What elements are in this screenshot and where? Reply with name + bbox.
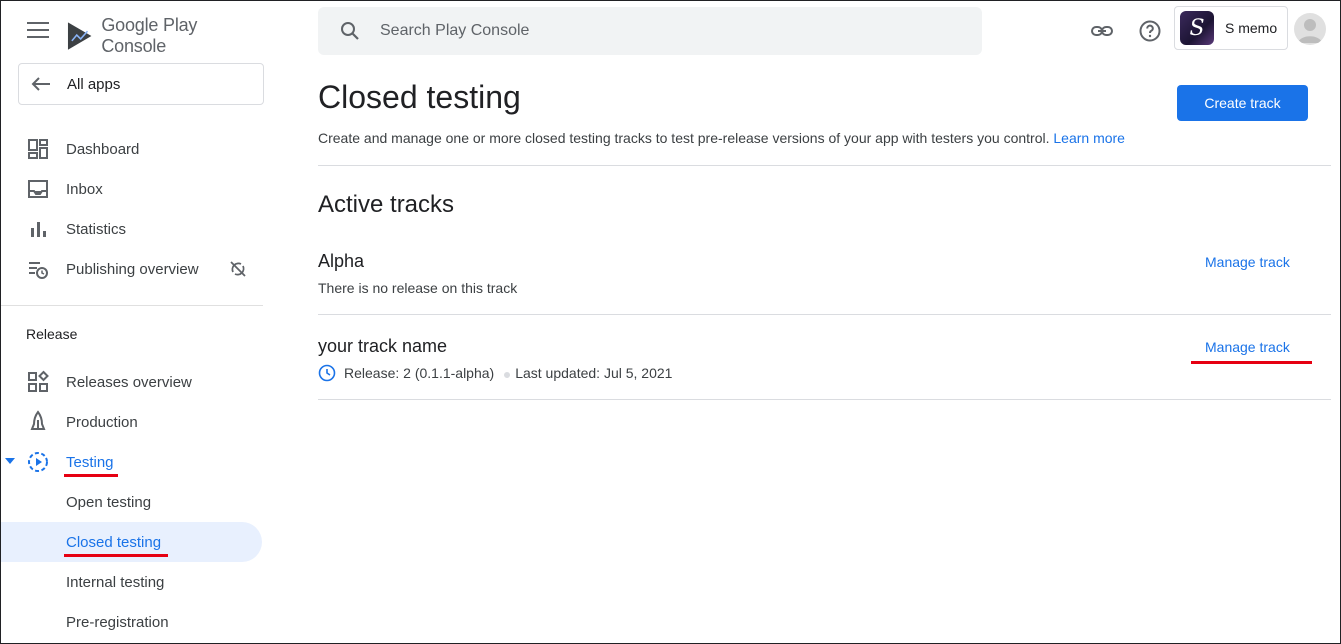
production-icon [30, 410, 46, 430]
track-name-alpha: Alpha [318, 251, 365, 271]
track-release: Release: 2 (0.1.1-alpha) [344, 365, 495, 381]
track-last-updated: Last updated: Jul 5, 2021 [515, 365, 673, 381]
testing-icon [28, 452, 48, 472]
all-apps-button[interactable]: All apps [18, 63, 264, 105]
link-icon[interactable] [1090, 19, 1114, 43]
back-arrow-icon [31, 77, 50, 91]
sidebar-item-label: Inbox [66, 180, 103, 198]
track-divider [318, 399, 1331, 400]
separator-dot [504, 372, 511, 378]
sidebar-item-label: Open testing [66, 493, 152, 511]
sidebar-item-label: Internal testing [66, 573, 165, 591]
annotation-underline-closed-testing [64, 554, 168, 557]
manage-track-link[interactable]: Manage track [1205, 339, 1290, 355]
sidebar-item-publishing-overview[interactable]: Publishing overview [1, 249, 263, 289]
learn-more-link[interactable]: Learn more [1053, 130, 1125, 146]
play-console-logo[interactable]: Google Play Console [66, 15, 263, 57]
annotation-underline-testing [64, 474, 118, 477]
create-track-button[interactable]: Create track [1177, 85, 1308, 121]
sidebar-item-open-testing[interactable]: Open testing [1, 482, 263, 522]
all-apps-label: All apps [67, 75, 121, 93]
app-icon: S [1180, 11, 1214, 45]
app-title: Google Play Console [101, 15, 198, 56]
sidebar-item-label: Production [66, 413, 138, 431]
description-text: Create and manage one or more closed tes… [318, 130, 1050, 146]
sidebar-item-label: Pre-registration [66, 613, 169, 631]
sidebar-item-releases-overview[interactable]: Releases overview [1, 362, 263, 402]
search-placeholder[interactable]: Search Play Console [380, 22, 529, 40]
clock-icon [318, 364, 336, 382]
sync-disabled-icon[interactable] [229, 260, 247, 278]
sidebar-item-inbox[interactable]: Inbox [1, 169, 263, 209]
page-title: Closed testing [318, 79, 521, 115]
bar-chart-icon [31, 222, 46, 237]
play-console-logo-icon [67, 22, 92, 50]
annotation-underline-manage-track [1191, 361, 1312, 364]
menu-icon[interactable] [27, 22, 49, 40]
sidebar-item-label: Statistics [66, 220, 127, 238]
help-icon[interactable] [1138, 19, 1162, 43]
page-description: Create and manage one or more closed tes… [318, 130, 1125, 146]
sidebar-item-label: Dashboard [66, 140, 140, 158]
sidebar-item-label: Releases overview [66, 373, 192, 391]
sidebar-item-label: Testing [66, 453, 114, 471]
sidebar-section-release: Release [26, 326, 78, 342]
app-name: S memo [1225, 20, 1278, 36]
publishing-overview-icon [29, 262, 48, 279]
sidebar-item-dashboard[interactable]: Dashboard [1, 129, 263, 169]
sidebar-item-pre-registration[interactable]: Pre-registration [1, 602, 263, 642]
sidebar-item-internal-testing[interactable]: Internal testing [1, 562, 263, 602]
track-status: There is no release on this track [318, 280, 518, 296]
app-frame: Google Play Console All apps Dashboard I… [0, 0, 1341, 644]
search-icon [341, 22, 359, 40]
sidebar-item-statistics[interactable]: Statistics [1, 209, 263, 249]
sidebar: Google Play Console All apps Dashboard I… [1, 1, 264, 643]
manage-track-link[interactable]: Manage track [1205, 254, 1290, 270]
inbox-icon [28, 180, 48, 198]
track-name-custom: your track name [318, 336, 448, 356]
sidebar-item-label: Publishing overview [66, 260, 199, 278]
app-selector[interactable]: S S memo [1174, 6, 1288, 50]
sidebar-item-label: Closed testing [66, 533, 162, 551]
track-meta: Release: 2 (0.1.1-alpha) Last updated: J… [318, 364, 672, 382]
dashboard-icon [28, 139, 48, 159]
sidebar-item-testing[interactable]: Testing [1, 442, 263, 482]
active-tracks-heading: Active tracks [318, 191, 455, 218]
track-divider [318, 314, 1331, 315]
releases-overview-icon [28, 370, 49, 392]
sidebar-divider [1, 305, 263, 306]
avatar[interactable] [1294, 13, 1326, 45]
search-bar[interactable]: Search Play Console [318, 7, 982, 55]
divider [318, 165, 1331, 166]
user-avatar-icon [1298, 19, 1322, 43]
sidebar-item-production[interactable]: Production [1, 402, 263, 442]
